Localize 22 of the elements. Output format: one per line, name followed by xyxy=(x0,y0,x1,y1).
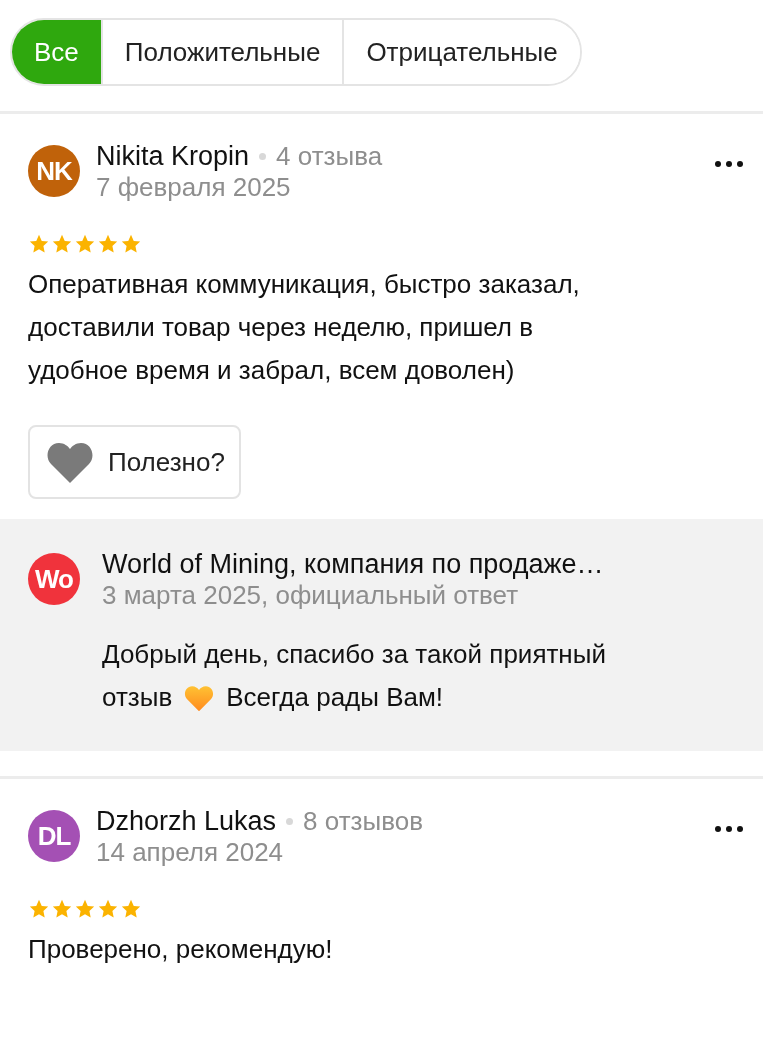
heart-icon xyxy=(46,441,94,483)
reply-date: 3 марта 2025, официальный ответ xyxy=(102,580,519,610)
author-name[interactable]: Dzhorzh Lukas xyxy=(96,806,277,837)
review-text: Оперативная коммуникация, быстро заказал, доставили товар через неделю, пришел в удобное время и забрал, всем доволен) xyxy=(28,268,581,387)
reply-text: отзыв xyxy=(102,681,173,714)
review-text: Проверено, рекомендую! xyxy=(28,933,334,966)
separator-dot-icon xyxy=(259,153,267,160)
separator-dot-icon xyxy=(286,818,294,825)
review-count: 4 отзыва xyxy=(276,141,383,172)
company-avatar[interactable]: Wo xyxy=(28,553,80,605)
review-count: 8 отзывов xyxy=(303,806,423,837)
reply-text: Всегда рады Вам! xyxy=(226,681,444,714)
user-avatar[interactable]: DL xyxy=(28,810,80,862)
company-name[interactable]: World of Mining, компания по продаже… xyxy=(102,549,743,580)
heart-icon xyxy=(184,683,215,712)
helpful-button[interactable]: Полезно? xyxy=(28,425,241,499)
user-avatar[interactable]: NK xyxy=(28,145,80,197)
filter-tab[interactable]: Отрицательные xyxy=(342,20,580,84)
review-date: 14 апреля 2024 xyxy=(96,837,284,867)
author-name[interactable]: Nikita Kropin xyxy=(96,141,250,172)
review-date: 7 февраля 2025 xyxy=(96,172,291,202)
reply-text: Добрый день, спасибо за такой приятный xyxy=(102,639,606,669)
